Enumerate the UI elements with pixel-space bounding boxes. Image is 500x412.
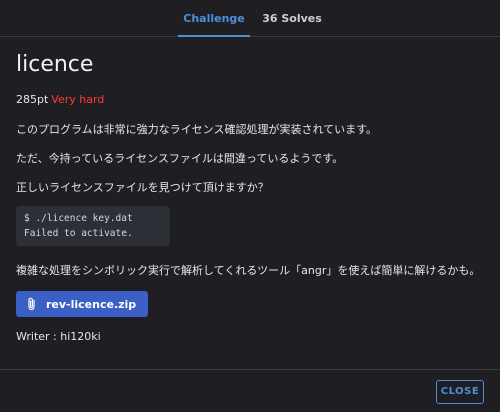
code-line-1: $ ./licence key.dat (24, 213, 133, 224)
tab-challenge[interactable]: Challenge (178, 0, 250, 37)
code-line-2: Failed to activate. (24, 228, 133, 239)
description-line-2: ただ、今持っているライセンスファイルは間違っているようです。 (16, 152, 344, 165)
difficulty-badge: Very hard (51, 93, 105, 106)
file-download-button[interactable]: rev-licence.zip (16, 291, 149, 317)
points-line: 285pt Very hard (16, 93, 486, 107)
paperclip-icon (26, 297, 38, 311)
hint-text: 複雑な処理をシンボリック実行で解析してくれるツール「angr」を使えば簡単に解け… (16, 264, 481, 277)
tab-solves[interactable]: 36 Solves (258, 0, 326, 36)
code-block: $ ./licence key.dat Failed to activate. (16, 206, 170, 246)
writer-credit: Writer : hi120ki (16, 330, 101, 343)
tab-bar: Challenge 36 Solves (0, 0, 500, 37)
challenge-content: licence 285pt Very hard このプログラムは非常に強力なライセ… (16, 46, 486, 344)
challenge-modal: Challenge 36 Solves licence 285pt Very ha… (0, 0, 500, 412)
file-name: rev-licence.zip (46, 297, 137, 311)
close-button[interactable]: CLOSE (436, 380, 484, 404)
challenge-title: licence (16, 52, 94, 77)
footer-divider (0, 369, 500, 370)
description-line-1: このプログラムは非常に強力なライセンス確認処理が実装されています。 (16, 123, 378, 136)
points-value: 285pt (16, 93, 49, 106)
description-line-3: 正しいライセンスファイルを見つけて頂けますか？ (16, 181, 269, 194)
